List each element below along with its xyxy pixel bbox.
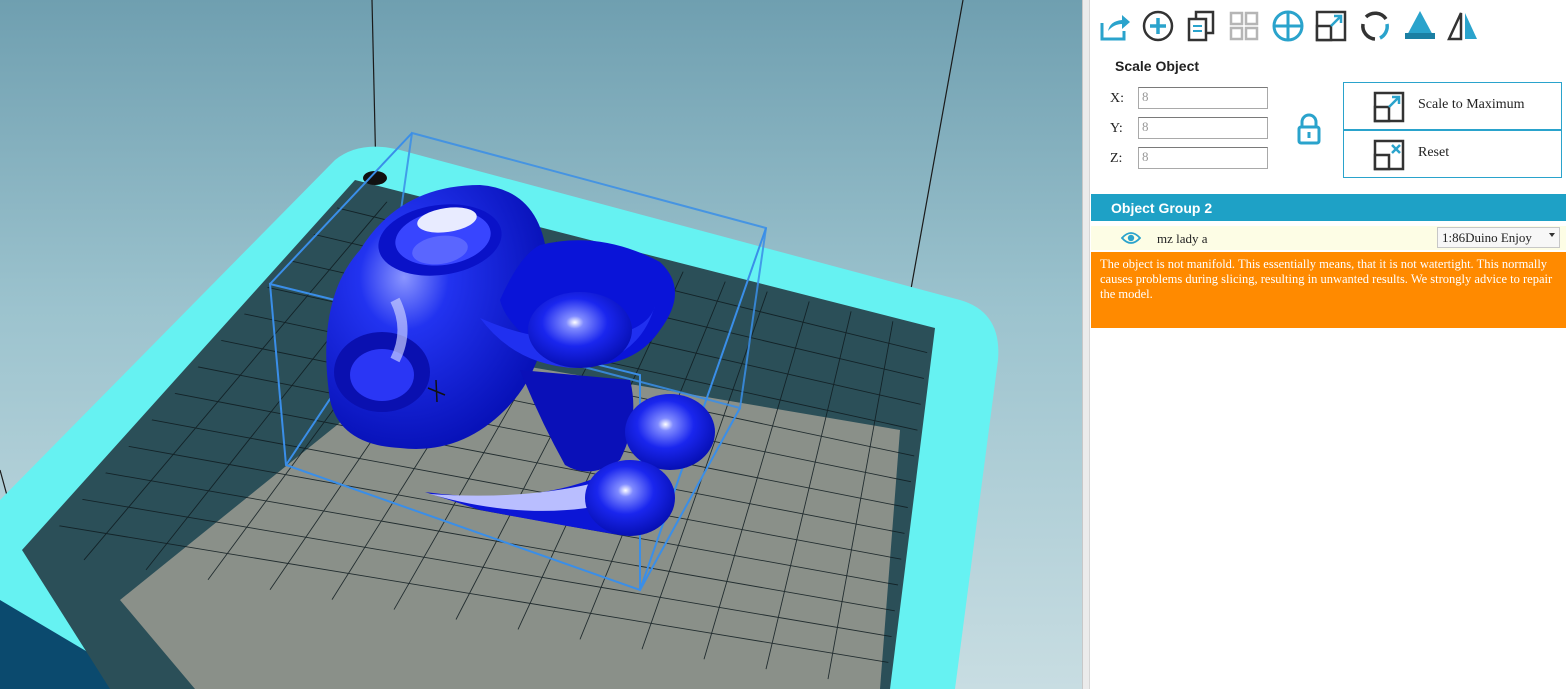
- mirror-object-icon: [1447, 12, 1477, 41]
- arrange-grid-icon: [1229, 11, 1259, 41]
- scale-z-input[interactable]: 8: [1138, 147, 1268, 169]
- scale-z-label: Z:: [1110, 151, 1123, 166]
- scale-object-title: Scale Object: [1115, 58, 1200, 74]
- scale-x-input[interactable]: 8: [1138, 87, 1268, 109]
- copy-object-button[interactable]: [1182, 6, 1220, 46]
- panel-splitter[interactable]: [1082, 0, 1090, 689]
- scale-z-row: Z: 8: [1110, 147, 1270, 171]
- object-list-item[interactable]: mz lady a 1:86Duino Enjoy: [1091, 226, 1566, 250]
- move-object-button[interactable]: [1269, 6, 1307, 46]
- reset-scale-button[interactable]: Reset: [1343, 130, 1562, 178]
- arrange-button[interactable]: [1225, 6, 1263, 46]
- cut-object-icon: [1405, 11, 1435, 39]
- lock-icon[interactable]: [1292, 112, 1326, 146]
- scale-x-row: X: 8: [1110, 87, 1270, 111]
- manifold-warning: The object is not manifold. This essenti…: [1091, 252, 1566, 328]
- scale-y-label: Y:: [1110, 121, 1123, 136]
- scale-object-button[interactable]: [1312, 6, 1350, 46]
- extruder-profile-value: 1:86Duino Enjoy: [1442, 230, 1532, 245]
- move-object-icon: [1272, 10, 1304, 42]
- object-panel: Scale Object X: 8 Y: 8 Z: 8 Scale to Max…: [1090, 0, 1566, 689]
- mirror-object-button[interactable]: [1444, 6, 1482, 46]
- scale-to-maximum-button[interactable]: Scale to Maximum: [1343, 82, 1562, 130]
- chevron-down-icon: [1549, 233, 1555, 237]
- rotate-object-icon: [1361, 11, 1389, 41]
- cut-object-button[interactable]: [1401, 6, 1439, 46]
- object-group-header[interactable]: Object Group 2: [1091, 194, 1566, 221]
- add-object-icon: [1142, 10, 1174, 42]
- eye-icon[interactable]: [1121, 230, 1141, 246]
- object-toolbar: [1090, 6, 1566, 46]
- scale-y-row: Y: 8: [1110, 117, 1270, 141]
- scale-maximum-icon: [1373, 91, 1405, 123]
- scale-x-label: X:: [1110, 91, 1124, 106]
- export-icon: [1100, 15, 1130, 41]
- 3d-viewport[interactable]: [0, 0, 1082, 689]
- scale-to-maximum-label: Scale to Maximum: [1418, 97, 1525, 112]
- scale-object-icon: [1315, 10, 1347, 42]
- copy-object-icon: [1187, 10, 1215, 42]
- add-object-button[interactable]: [1139, 6, 1177, 46]
- reset-label: Reset: [1418, 145, 1450, 160]
- object-group-title: Object Group 2: [1111, 200, 1213, 216]
- reset-scale-icon: [1373, 139, 1405, 171]
- rotate-object-button[interactable]: [1356, 6, 1394, 46]
- scale-y-input[interactable]: 8: [1138, 117, 1268, 139]
- scene-canvas[interactable]: [0, 0, 1082, 689]
- object-name: mz lady a: [1157, 231, 1208, 246]
- extruder-profile-select[interactable]: 1:86Duino Enjoy: [1437, 227, 1560, 248]
- export-button[interactable]: [1096, 6, 1134, 46]
